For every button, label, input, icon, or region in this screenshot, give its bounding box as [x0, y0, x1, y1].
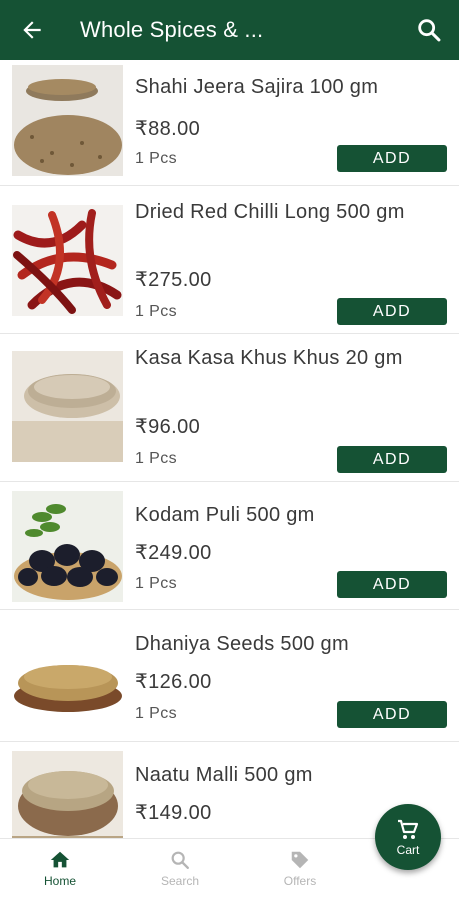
product-price: ₹275.00	[135, 269, 212, 291]
add-button[interactable]: ADD	[337, 446, 447, 473]
product-image-jeera	[12, 65, 123, 176]
search-icon	[171, 851, 189, 869]
product-quantity: 1 Pcs	[135, 450, 178, 467]
page-title: Whole Spices & ...	[80, 17, 264, 42]
product-name: Kodam Puli 500 gm	[135, 504, 315, 526]
product-price: ₹249.00	[135, 542, 212, 564]
product-card[interactable]: Shahi Jeera Sajira 100 gm ₹88.00 1 Pcs A…	[0, 60, 459, 186]
add-button[interactable]: ADD	[337, 701, 447, 728]
nav-offers[interactable]: Offers	[240, 839, 360, 900]
add-button[interactable]: ADD	[337, 298, 447, 325]
back-button[interactable]	[0, 0, 64, 60]
nav-search-label: Search	[160, 874, 200, 888]
product-list: Shahi Jeera Sajira 100 gm ₹88.00 1 Pcs A…	[0, 60, 459, 838]
add-button[interactable]: ADD	[337, 571, 447, 598]
product-image-khus-khus	[12, 351, 123, 462]
cart-icon	[398, 819, 419, 839]
product-name: Shahi Jeera Sajira 100 gm	[135, 76, 379, 98]
product-quantity: 1 Pcs	[135, 705, 178, 722]
product-image-kodam-puli	[12, 491, 123, 602]
product-name: Naatu Malli 500 gm	[135, 764, 313, 786]
app-bar: Whole Spices & ...	[0, 0, 459, 60]
product-card[interactable]: Dried Red Chilli Long 500 gm ₹275.00 1 P…	[0, 187, 459, 334]
add-button[interactable]: ADD	[337, 145, 447, 172]
search-button[interactable]	[399, 0, 459, 60]
product-image-naatu-malli	[12, 751, 123, 838]
product-image-dhaniya-seeds	[12, 621, 123, 732]
tag-icon	[291, 851, 309, 869]
nav-offers-label: Offers	[283, 874, 317, 888]
product-name: Dhaniya Seeds 500 gm	[135, 633, 349, 655]
nav-home[interactable]: Home	[0, 839, 120, 900]
product-price: ₹126.00	[135, 671, 212, 693]
cart-button[interactable]: Cart	[375, 804, 441, 870]
home-icon	[50, 851, 70, 868]
product-image-red-chilli	[12, 205, 123, 316]
product-card[interactable]: Dhaniya Seeds 500 gm ₹126.00 1 Pcs ADD	[0, 611, 459, 742]
nav-home-label: Home	[43, 874, 76, 888]
product-price: ₹149.00	[135, 802, 212, 824]
back-arrow-icon	[23, 21, 41, 39]
product-price: ₹96.00	[135, 416, 201, 438]
search-icon	[418, 19, 441, 42]
product-card[interactable]: Kodam Puli 500 gm ₹249.00 1 Pcs ADD	[0, 483, 459, 610]
product-quantity: 1 Pcs	[135, 575, 178, 592]
product-price: ₹88.00	[135, 118, 201, 140]
product-quantity: 1 Pcs	[135, 150, 178, 167]
cart-label: Cart	[396, 842, 420, 857]
nav-search[interactable]: Search	[120, 839, 240, 900]
product-name: Dried Red Chilli Long 500 gm	[135, 201, 405, 223]
product-name: Kasa Kasa Khus Khus 20 gm	[135, 347, 403, 369]
product-card[interactable]: Kasa Kasa Khus Khus 20 gm ₹96.00 1 Pcs A…	[0, 335, 459, 482]
product-quantity: 1 Pcs	[135, 303, 178, 320]
